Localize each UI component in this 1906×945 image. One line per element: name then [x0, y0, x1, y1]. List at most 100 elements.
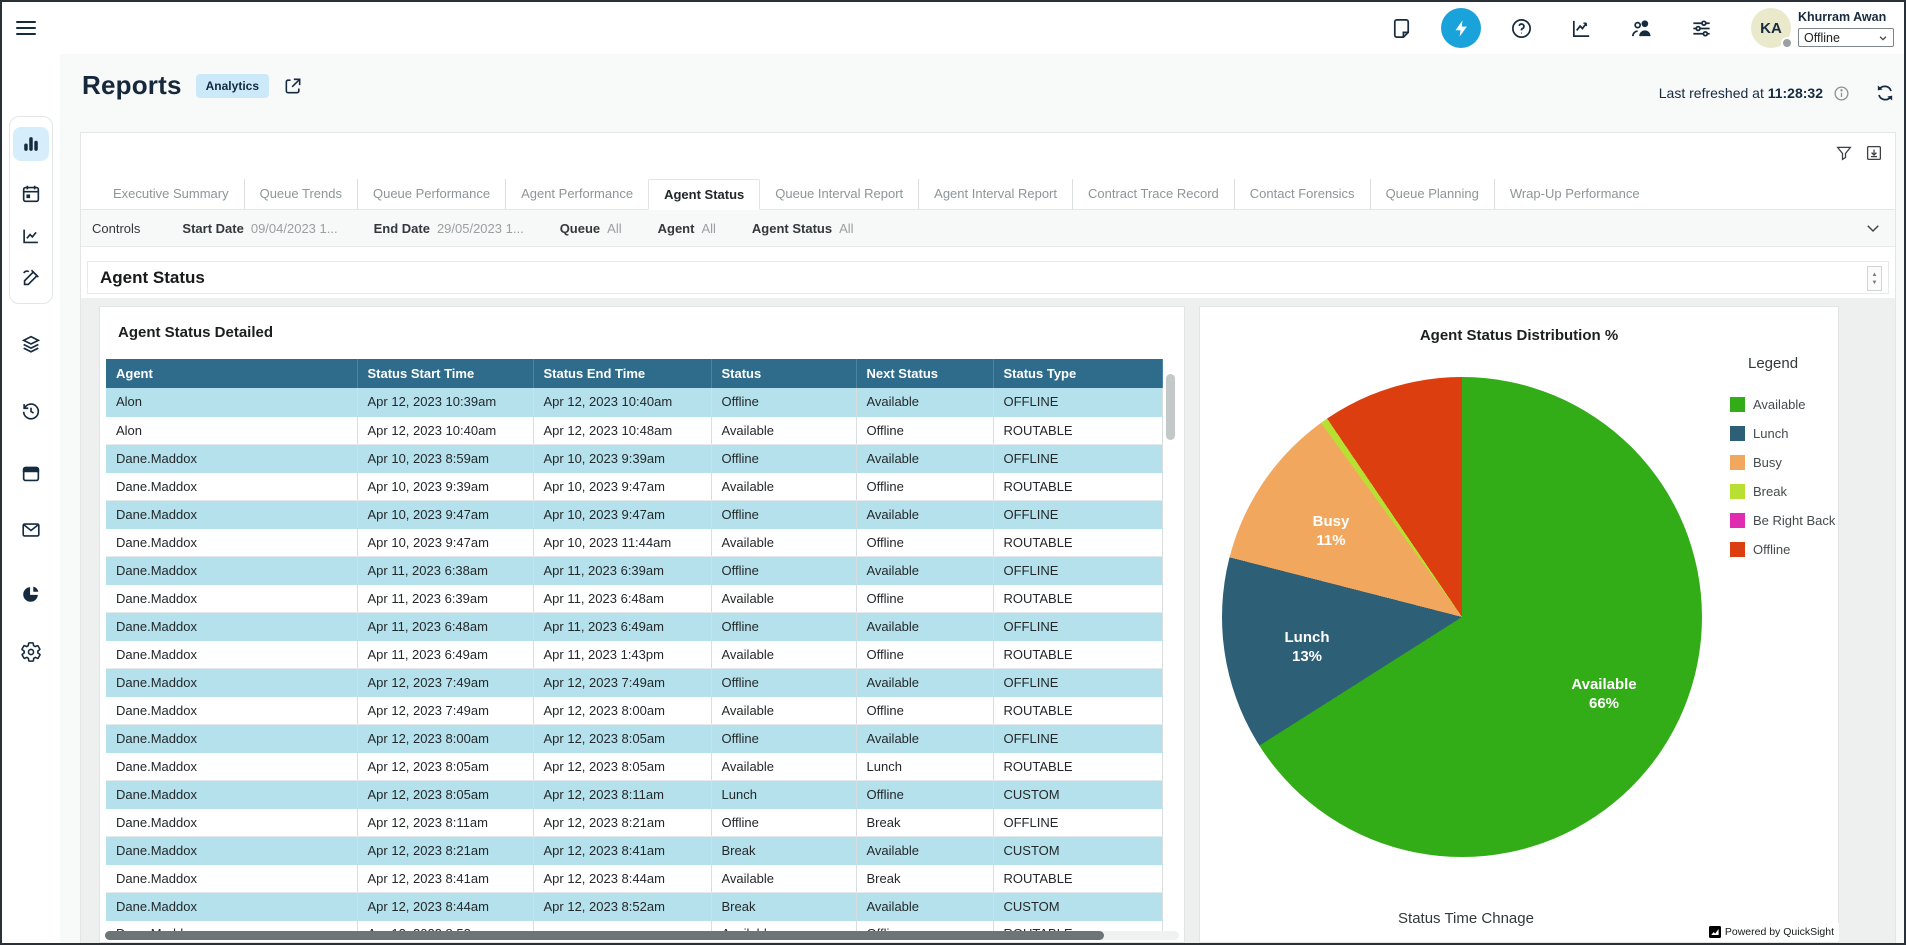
control-queue[interactable]: QueueAll [560, 221, 622, 236]
tab-contact-forensics[interactable]: Contact Forensics [1234, 179, 1370, 209]
tab-agent-performance[interactable]: Agent Performance [505, 179, 648, 209]
metrics-icon[interactable] [1561, 8, 1601, 48]
table-row[interactable]: Dane.MaddoxApr 12, 2023 8:00amApr 12, 20… [106, 724, 1162, 752]
table-row[interactable]: Dane.MaddoxApr 12, 2023 8:41amApr 12, 20… [106, 864, 1162, 892]
bar-chart-icon [20, 133, 42, 155]
tab-contract-trace-record[interactable]: Contract Trace Record [1072, 179, 1234, 209]
column-header-next-status[interactable]: Next Status [856, 359, 993, 388]
table-vertical-scrollbar[interactable] [1166, 374, 1175, 440]
controls-collapse-chevron-icon[interactable] [1864, 219, 1882, 237]
help-icon[interactable] [1501, 8, 1541, 48]
table-cell: ROUTABLE [993, 416, 1162, 444]
column-header-status-type[interactable]: Status Type [993, 359, 1162, 388]
control-label: Start Date [182, 221, 243, 236]
table-horizontal-scrollbar-thumb[interactable] [105, 931, 1104, 940]
table-row[interactable]: Dane.MaddoxApr 11, 2023 6:38amApr 11, 20… [106, 556, 1162, 584]
table-row[interactable]: Dane.MaddoxApr 10, 2023 9:47amApr 10, 20… [106, 500, 1162, 528]
table-row[interactable]: Dane.MaddoxApr 12, 2023 7:49amApr 12, 20… [106, 668, 1162, 696]
export-download-icon[interactable] [1865, 144, 1883, 162]
table-cell: Apr 12, 2023 8:05am [357, 752, 533, 780]
table-row[interactable]: Dane.MaddoxApr 11, 2023 6:49amApr 11, 20… [106, 640, 1162, 668]
column-header-agent[interactable]: Agent [106, 359, 357, 388]
sidebar-item-settings[interactable] [13, 635, 49, 669]
refresh-icon[interactable] [1874, 82, 1896, 104]
table-cell: Available [856, 724, 993, 752]
open-in-new-icon[interactable] [283, 76, 303, 96]
avatar[interactable]: KA [1751, 8, 1791, 48]
sidebar-item-reports[interactable] [13, 127, 49, 161]
table-cell: Dane.Maddox [106, 556, 357, 584]
control-value: 09/04/2023 1... [251, 221, 338, 236]
tab-executive-summary[interactable]: Executive Summary [98, 179, 244, 209]
table-cell: CUSTOM [993, 836, 1162, 864]
sidebar-item-analytics-pie[interactable] [13, 577, 49, 611]
table-horizontal-scrollbar-track[interactable] [105, 931, 1179, 940]
table-cell: Dane.Maddox [106, 472, 357, 500]
table-cell: OFFLINE [993, 724, 1162, 752]
control-end-date[interactable]: End Date29/05/2023 1... [374, 221, 524, 236]
notes-icon[interactable] [1381, 8, 1421, 48]
tab-queue-interval-report[interactable]: Queue Interval Report [760, 179, 918, 209]
legend-item-lunch[interactable]: Lunch [1730, 419, 1836, 448]
envelope-icon [20, 519, 42, 541]
table-row[interactable]: Dane.MaddoxApr 12, 2023 8:05amApr 12, 20… [106, 780, 1162, 808]
column-header-status[interactable]: Status [711, 359, 856, 388]
powered-by-quicksight-badge: Powered by QuickSight [1704, 923, 1839, 941]
table-cell: Apr 12, 2023 8:21am [357, 836, 533, 864]
sidebar-item-workspace[interactable] [13, 457, 49, 491]
table-row[interactable]: Dane.MaddoxApr 11, 2023 6:39amApr 11, 20… [106, 584, 1162, 612]
spinner-down-icon[interactable]: ▼ [1872, 280, 1878, 286]
table-row[interactable]: Dane.MaddoxApr 12, 2023 8:11amApr 12, 20… [106, 808, 1162, 836]
legend-item-be-right-back[interactable]: Be Right Back [1730, 506, 1836, 535]
spinner-up-icon[interactable]: ▲ [1872, 272, 1878, 278]
table-cell: OFFLINE [993, 556, 1162, 584]
sheet-spinner[interactable]: ▲▼ [1867, 266, 1882, 291]
table-row[interactable]: Dane.MaddoxApr 10, 2023 8:59amApr 10, 20… [106, 444, 1162, 472]
sidebar-item-email[interactable] [13, 513, 49, 547]
legend-item-offline[interactable]: Offline [1730, 535, 1836, 564]
table-cell: Apr 12, 2023 8:05am [533, 724, 711, 752]
sidebar-item-history[interactable] [13, 394, 49, 428]
settings-sliders-icon[interactable] [1681, 8, 1721, 48]
table-cell: Apr 10, 2023 9:47am [357, 528, 533, 556]
legend-item-break[interactable]: Break [1730, 477, 1836, 506]
info-icon[interactable] [1833, 85, 1850, 102]
sidebar-item-metrics[interactable] [13, 219, 49, 253]
legend-item-available[interactable]: Available [1730, 390, 1836, 419]
table-cell: Apr 11, 2023 6:49am [533, 612, 711, 640]
agent-status-table: AgentStatus Start TimeStatus End TimeSta… [106, 359, 1163, 934]
control-agent-status[interactable]: Agent StatusAll [752, 221, 854, 236]
tab-queue-performance[interactable]: Queue Performance [357, 179, 505, 209]
agent-status-select[interactable]: Offline [1798, 28, 1894, 47]
tab-agent-status[interactable]: Agent Status [648, 179, 760, 210]
table-cell: Available [711, 864, 856, 892]
agents-icon[interactable] [1621, 8, 1661, 48]
legend-item-busy[interactable]: Busy [1730, 448, 1836, 477]
sidebar-item-annotate[interactable] [13, 261, 49, 295]
table-row[interactable]: AlonApr 12, 2023 10:40amApr 12, 2023 10:… [106, 416, 1162, 444]
tab-agent-interval-report[interactable]: Agent Interval Report [918, 179, 1072, 209]
table-row[interactable]: Dane.MaddoxApr 10, 2023 9:39amApr 10, 20… [106, 472, 1162, 500]
table-row[interactable]: Dane.MaddoxApr 11, 2023 6:48amApr 11, 20… [106, 612, 1162, 640]
table-row[interactable]: Dane.MaddoxApr 10, 2023 9:47amApr 10, 20… [106, 528, 1162, 556]
table-row[interactable]: Dane.MaddoxApr 12, 2023 8:21amApr 12, 20… [106, 836, 1162, 864]
table-cell: Apr 10, 2023 9:47am [533, 500, 711, 528]
table-row[interactable]: Dane.MaddoxApr 12, 2023 8:44amApr 12, 20… [106, 892, 1162, 920]
agent-status-pie-chart[interactable] [1222, 377, 1702, 857]
control-agent[interactable]: AgentAll [658, 221, 716, 236]
tab-queue-planning[interactable]: Queue Planning [1370, 179, 1494, 209]
column-header-status-end-time[interactable]: Status End Time [533, 359, 711, 388]
tab-queue-trends[interactable]: Queue Trends [244, 179, 357, 209]
tab-wrap-up-performance[interactable]: Wrap-Up Performance [1494, 179, 1655, 209]
control-start-date[interactable]: Start Date 09/04/2023 1... [182, 221, 337, 236]
column-header-status-start-time[interactable]: Status Start Time [357, 359, 533, 388]
table-cell: Dane.Maddox [106, 724, 357, 752]
sidebar-item-calendar[interactable] [13, 177, 49, 211]
table-row[interactable]: AlonApr 12, 2023 10:39amApr 12, 2023 10:… [106, 388, 1162, 416]
quick-actions-flash-icon[interactable] [1441, 8, 1481, 48]
menu-icon[interactable] [16, 16, 38, 40]
table-row[interactable]: Dane.MaddoxApr 12, 2023 8:05amApr 12, 20… [106, 752, 1162, 780]
table-row[interactable]: Dane.MaddoxApr 12, 2023 7:49amApr 12, 20… [106, 696, 1162, 724]
filter-icon[interactable] [1835, 144, 1853, 162]
sidebar-item-channels[interactable] [13, 327, 49, 361]
